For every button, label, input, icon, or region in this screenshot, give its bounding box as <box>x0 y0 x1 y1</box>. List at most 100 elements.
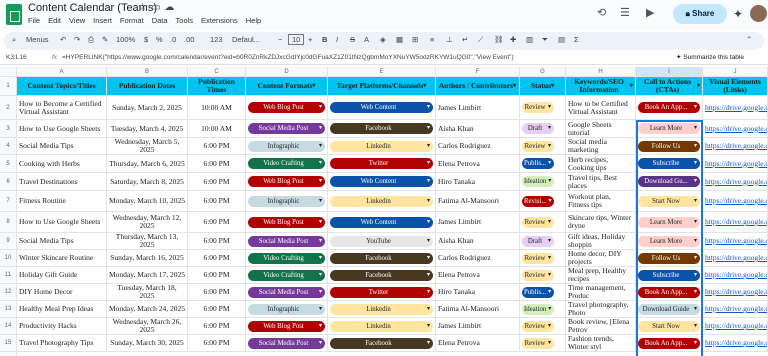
platform-cell[interactable]: Web Content <box>328 212 436 233</box>
status-chip[interactable]: Publis... <box>522 286 555 298</box>
link-cell[interactable]: https://drive.google.com/drive/u/22/home <box>703 284 768 301</box>
menus-search[interactable]: Menus <box>26 35 49 44</box>
platform-cell[interactable]: Twitter <box>328 155 436 173</box>
status-chip[interactable]: Ideation <box>522 176 555 187</box>
cloud-status-icon[interactable]: ☁ <box>164 2 178 13</box>
cta-chip[interactable]: Learn More <box>638 123 700 134</box>
status-cell[interactable]: Publis... <box>520 284 566 301</box>
column-header-g[interactable]: G <box>520 67 566 77</box>
link-icon[interactable]: ⛓ <box>494 35 504 44</box>
menu-help[interactable]: Help <box>246 16 261 25</box>
column-header-a[interactable]: A <box>17 67 107 77</box>
link-cell[interactable]: https://drive.google.com/drive/u/20/home <box>703 250 768 267</box>
link-cell[interactable]: https://drive.google.com/drive/u/23/home <box>703 301 768 318</box>
platform-cell[interactable]: YouTube <box>328 233 436 250</box>
row-header[interactable]: 12 <box>0 284 17 301</box>
format-cell[interactable]: Social Media Post <box>246 284 328 301</box>
format-cell[interactable]: Social Media Post <box>246 120 328 138</box>
format-chip[interactable]: Infographic <box>248 195 325 207</box>
cta-cell[interactable]: Learn More <box>636 212 703 233</box>
wrap-icon[interactable]: ↵ <box>462 35 468 44</box>
currency-button[interactable]: $ <box>144 35 148 44</box>
cta-chip[interactable]: Book An App... <box>638 337 700 349</box>
cta-cell[interactable]: Book An App... <box>636 96 703 120</box>
number-format-button[interactable]: 123 <box>210 35 223 44</box>
status-cell[interactable]: Review <box>520 212 566 233</box>
platform-chip[interactable]: Web Content <box>330 176 433 187</box>
filter-dropdown-icon[interactable]: ▾ <box>697 83 700 89</box>
platform-chip[interactable]: Web Content <box>330 216 433 228</box>
cta-chip[interactable]: Learn More <box>638 216 700 228</box>
format-cell[interactable]: Web Blog Post <box>246 318 328 335</box>
comments-icon[interactable]: ☰ <box>620 6 630 19</box>
menu-edit[interactable]: Edit <box>48 16 61 25</box>
row-header[interactable]: 6 <box>0 173 17 191</box>
row-header[interactable]: 3 <box>0 120 17 138</box>
platform-cell[interactable]: Twitter <box>328 284 436 301</box>
cta-cell[interactable]: Follow Us <box>636 138 703 155</box>
valign-icon[interactable]: ⊥ <box>446 35 453 44</box>
history-icon[interactable]: ⟲ <box>597 6 606 19</box>
platform-chip[interactable]: YouTube <box>330 235 433 247</box>
filter-dropdown-icon[interactable]: ▾ <box>312 83 315 89</box>
formula-input[interactable]: =HYPERLINK("https://www.google.com/calen… <box>62 54 514 61</box>
select-all-corner[interactable] <box>0 67 17 77</box>
font-select[interactable]: Defaul... <box>232 35 260 44</box>
platform-chip[interactable]: Web Content <box>330 102 433 113</box>
functions-icon[interactable]: Σ <box>574 35 579 44</box>
row-header[interactable]: 7 <box>0 191 17 212</box>
status-cell[interactable]: Review <box>520 250 566 267</box>
format-chip[interactable]: Video Crafting <box>248 158 325 169</box>
menu-data[interactable]: Data <box>152 16 168 25</box>
filter-dropdown-icon[interactable]: ▾ <box>630 83 633 89</box>
platform-chip[interactable]: Facebook <box>330 269 433 281</box>
borders-icon[interactable]: ▦ <box>396 35 403 44</box>
spreadsheet-grid[interactable]: A B C D E F G H I J 1 Content Topics/Titles Publicat… <box>0 67 768 356</box>
platform-chip[interactable]: Twitter <box>330 286 433 298</box>
cta-cell[interactable]: Download Gu... <box>636 173 703 191</box>
platform-cell[interactable]: Linkedin <box>328 138 436 155</box>
row-header[interactable]: 8 <box>0 212 17 233</box>
row-header[interactable]: 9 <box>0 233 17 250</box>
status-cell[interactable]: Review <box>520 138 566 155</box>
cta-cell[interactable]: Start Now <box>636 191 703 212</box>
platform-cell[interactable]: Web Content <box>328 173 436 191</box>
link-cell[interactable]: https://drive.google.com/drive/u/9/home <box>703 173 768 191</box>
cta-cell[interactable]: Subscribe <box>636 155 703 173</box>
undo-icon[interactable]: ↶ <box>60 35 66 44</box>
format-chip[interactable]: Web Blog Post <box>248 216 325 228</box>
strikethrough-button[interactable]: S <box>350 35 355 44</box>
sheets-logo-icon[interactable] <box>6 4 22 25</box>
status-cell[interactable]: Publis... <box>520 155 566 173</box>
cta-cell[interactable]: Learn More <box>636 233 703 250</box>
cta-chip[interactable]: Subscribe <box>638 269 700 281</box>
format-chip[interactable]: Infographic <box>248 303 325 315</box>
status-chip[interactable]: Review <box>522 102 554 113</box>
platform-cell[interactable]: Linkedin <box>328 301 436 318</box>
status-chip[interactable]: Ideation <box>522 303 555 315</box>
column-header-i[interactable]: I <box>636 67 703 77</box>
row-header[interactable]: 15 <box>0 335 17 352</box>
status-cell[interactable]: Draft <box>520 233 566 250</box>
format-chip[interactable]: Web Blog Post <box>248 176 325 187</box>
column-header-f[interactable]: F <box>436 67 520 77</box>
row-header[interactable]: 2 <box>0 96 17 120</box>
status-chip[interactable]: Draft <box>522 235 554 247</box>
platform-cell[interactable]: Facebook <box>328 120 436 138</box>
move-folder-icon[interactable]: ▭ <box>151 2 164 13</box>
row-header[interactable]: 16 <box>0 352 17 356</box>
meet-icon[interactable]: ▶ <box>646 6 654 19</box>
format-chip[interactable]: Social Media Post <box>248 286 325 298</box>
row-header[interactable]: 10 <box>0 250 17 267</box>
filter-dropdown-icon[interactable]: ▾ <box>423 83 426 89</box>
format-cell[interactable]: Web Blog Post <box>246 96 328 120</box>
status-cell[interactable]: Revisi... <box>520 191 566 212</box>
link-cell[interactable]: https://drive.google.com/drive/u/24/home <box>703 318 768 335</box>
platform-chip[interactable]: Linkedin <box>330 320 433 332</box>
status-chip[interactable]: Review <box>522 337 554 349</box>
align-icon[interactable]: ≡ <box>430 35 434 44</box>
cta-chip[interactable]: Book An App... <box>638 286 700 298</box>
cta-cell[interactable]: Follow Us <box>636 250 703 267</box>
column-header-e[interactable]: E <box>328 67 436 77</box>
menu-file[interactable]: File <box>28 16 40 25</box>
